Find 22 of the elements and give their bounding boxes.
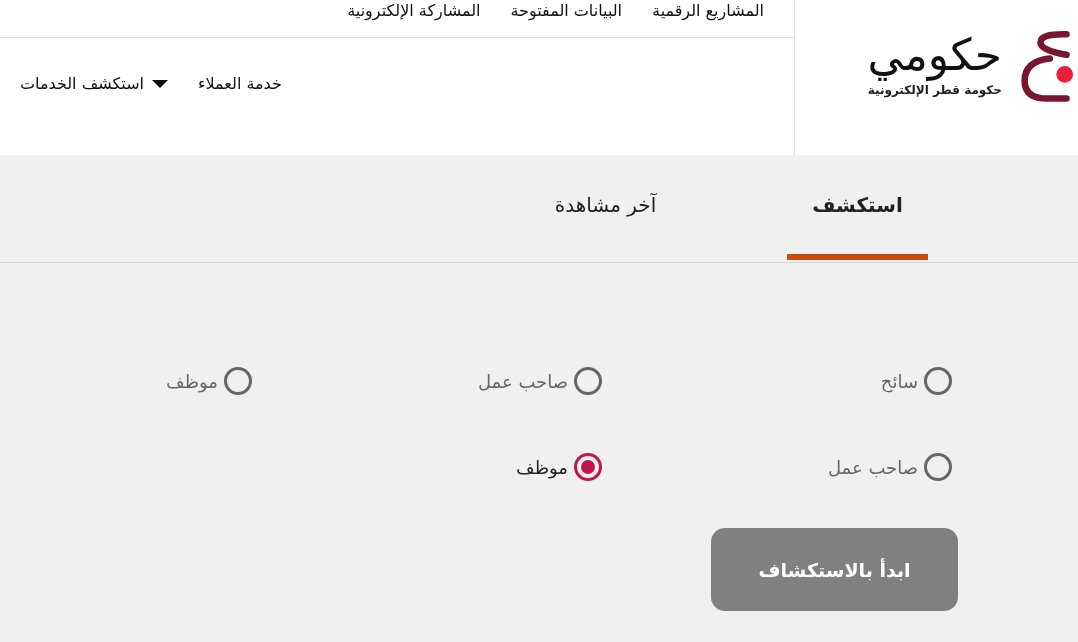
radio-label[interactable]: سائح (880, 370, 918, 392)
nav-link[interactable]: خدمة العملاء (198, 72, 282, 96)
logo-title: حكومي (867, 28, 1002, 82)
radio-button[interactable] (574, 453, 602, 481)
top-nav-link[interactable]: البيانات المفتوحة (510, 0, 623, 22)
tab[interactable]: استكشف (787, 155, 928, 260)
start-button[interactable]: ابدأ بالاستكشاف (711, 528, 958, 611)
radio-label[interactable]: صاحب عمل (827, 456, 918, 478)
radio-label[interactable]: موظف (166, 370, 218, 392)
top-nav-link[interactable]: المشاريع الرقمية (652, 0, 764, 22)
radio-button[interactable] (574, 367, 602, 395)
top-nav-link[interactable]: المشاركة الإلكترونية (347, 0, 481, 22)
radio-button[interactable] (924, 367, 952, 395)
radio-button[interactable] (224, 367, 252, 395)
radio-label[interactable]: موظف (516, 456, 568, 478)
nav-dropdown[interactable]: استكشف الخدمات (20, 72, 168, 96)
caret-icon (152, 80, 168, 88)
radio-button[interactable] (924, 453, 952, 481)
logo-icon (1020, 28, 1074, 104)
tab[interactable]: آخر مشاهدة (535, 155, 676, 260)
radio-label[interactable]: صاحب عمل (477, 370, 568, 392)
logo-subtitle: حكومة قطر الإلكترونية (867, 82, 1002, 98)
